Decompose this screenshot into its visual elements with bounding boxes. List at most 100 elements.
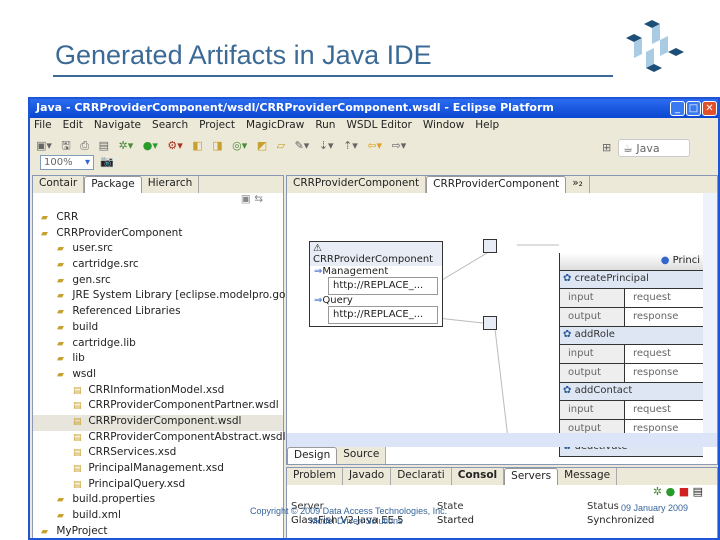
tree-item[interactable]: ▤ CRRProviderComponent.wsdl <box>33 414 283 431</box>
minimize-button[interactable]: _ <box>670 101 685 116</box>
tab-servers[interactable]: Servers <box>504 468 559 485</box>
tree-item[interactable]: ▰ wsdl <box>33 368 283 384</box>
publish-icon[interactable]: ▤ <box>693 485 703 498</box>
java-perspective-button[interactable]: ☕ Java <box>618 139 690 157</box>
vertical-scrollbar[interactable] <box>703 193 717 433</box>
next-annotation-icon[interactable]: ⇣▾ <box>319 139 334 152</box>
debug-icon[interactable]: ✲▾ <box>119 139 134 152</box>
prev-annotation-icon[interactable]: ⇡▾ <box>343 139 358 152</box>
debug-server-icon[interactable]: ✲ <box>653 485 662 498</box>
close-button[interactable]: ✕ <box>702 101 717 116</box>
message-row[interactable]: input request <box>560 401 703 420</box>
message-row[interactable]: output response <box>560 308 703 327</box>
folder-icon: ▰ <box>57 244 64 255</box>
tree-item[interactable]: ▤ PrincipalQuery.xsd <box>33 478 283 494</box>
menu-magicdraw[interactable]: MagicDraw <box>246 119 304 133</box>
message-row[interactable]: output response <box>560 364 703 383</box>
binary-icon[interactable]: ▤ <box>99 139 109 152</box>
tab-console[interactable]: Consol <box>452 468 505 485</box>
tab-javadoc[interactable]: Javado <box>343 468 392 485</box>
file-icon: ▤ <box>73 416 82 427</box>
tree-item[interactable]: ▰ MyProject <box>33 525 283 538</box>
tab-source[interactable]: Source <box>337 447 387 464</box>
port-address[interactable]: http://REPLACE_... <box>328 306 438 324</box>
tree-item[interactable]: ▰ CRR <box>33 211 283 227</box>
message-row[interactable]: input request <box>560 289 703 308</box>
link-editor-icon[interactable]: ⇆ <box>254 193 263 205</box>
tree-item-label: PrincipalManagement.xsd <box>88 462 224 474</box>
print-icon[interactable]: ⎙ <box>80 139 89 153</box>
open-perspective-icon[interactable]: ⊞ <box>602 141 611 154</box>
new-icon[interactable]: ▣▾ <box>36 139 52 152</box>
tab-containment[interactable]: Contair <box>33 176 85 193</box>
tab-hierarchy[interactable]: Hierarch <box>142 176 200 193</box>
horizontal-scrollbar[interactable] <box>287 433 717 447</box>
binding-node[interactable] <box>483 239 497 253</box>
service-box[interactable]: ⚠ CRRProviderComponent ⇒Management http:… <box>309 241 443 327</box>
tree-item-label: CRRServices.xsd <box>88 446 177 459</box>
tree-item[interactable]: ▰ build.xml <box>33 509 283 525</box>
tab-messages[interactable]: Message <box>558 468 618 485</box>
stop-server-icon[interactable]: ■ <box>679 485 689 498</box>
tree-item[interactable]: ▰ user.src <box>33 242 283 258</box>
menu-file[interactable]: File <box>34 119 52 133</box>
external-tools-icon[interactable]: ⚙▾ <box>167 139 182 152</box>
tree-item-label: lib <box>72 352 85 365</box>
menu-project[interactable]: Project <box>199 119 235 133</box>
more-tabs[interactable]: »₂ <box>566 176 590 193</box>
file-icon: ▤ <box>73 401 82 412</box>
tab-declaration[interactable]: Declarati <box>391 468 452 485</box>
camera-icon[interactable]: 📷 <box>100 155 114 168</box>
tree-item[interactable]: ▰ CRRProviderComponent <box>33 227 283 243</box>
tree-item[interactable]: ▰ Referenced Libraries <box>33 305 283 321</box>
forward-icon[interactable]: ⇨▾ <box>392 139 407 152</box>
tree-item[interactable]: ▰ lib <box>33 352 283 368</box>
tree-item[interactable]: ▤ CRRProviderComponentPartner.wsdl <box>33 399 283 415</box>
operation[interactable]: ✿ addContact <box>560 383 703 401</box>
tab-problems[interactable]: Problem <box>287 468 343 485</box>
open-type-icon[interactable]: ◩ <box>257 139 267 152</box>
new-package-icon[interactable]: ◧ <box>192 139 202 152</box>
maximize-button[interactable]: □ <box>686 101 701 116</box>
save-icon[interactable]: 🖫 <box>61 137 70 156</box>
menu-wsdl-editor[interactable]: WSDL Editor <box>346 119 411 133</box>
tree-item[interactable]: ▰ cartridge.src <box>33 258 283 274</box>
tree-item[interactable]: ▰ cartridge.lib <box>33 337 283 353</box>
menu-run[interactable]: Run <box>315 119 335 133</box>
port-address[interactable]: http://REPLACE_... <box>328 277 438 295</box>
wsdl-editor: CRRProviderComponent CRRProviderComponen… <box>286 175 718 465</box>
menu-edit[interactable]: Edit <box>63 119 83 133</box>
message-row[interactable]: input request <box>560 345 703 364</box>
binding-node[interactable] <box>483 316 497 330</box>
menu-navigate[interactable]: Navigate <box>94 119 141 133</box>
tab-editor-2[interactable]: CRRProviderComponent <box>426 176 567 193</box>
tab-package-explorer[interactable]: Package <box>84 176 142 193</box>
open-folder-icon[interactable]: ▱ <box>277 139 285 152</box>
port-type-table: ● Princi ✿ createPrincipal input request ou… <box>559 253 703 457</box>
tree-item[interactable]: ▰ gen.src <box>33 274 283 290</box>
menu-window[interactable]: Window <box>423 119 464 133</box>
tree-item[interactable]: ▰ JRE System Library [eclipse.modelpro.g… <box>33 289 285 305</box>
zoom-select[interactable]: 100% ▾ <box>40 155 94 170</box>
tree-item[interactable]: ▤ CRRProviderComponentAbstract.wsdl <box>33 431 286 447</box>
collapse-all-icon[interactable]: ▣ <box>241 193 251 205</box>
operation[interactable]: ✿ createPrincipal <box>560 271 703 289</box>
pencil-icon[interactable]: ✎▾ <box>295 139 310 152</box>
tree-item[interactable]: ▤ CRRServices.xsd <box>33 446 283 462</box>
tree-item[interactable]: ▰ build.properties <box>33 493 283 509</box>
service-header: ⚠ CRRProviderComponent <box>310 242 442 266</box>
new-interface-icon[interactable]: ◎▾ <box>232 139 247 152</box>
back-icon[interactable]: ⇦▾ <box>367 139 382 152</box>
start-server-icon[interactable]: ● <box>666 485 676 498</box>
tab-editor-1[interactable]: CRRProviderComponent <box>287 176 427 193</box>
tree-item[interactable]: ▤ PrincipalManagement.xsd <box>33 462 283 478</box>
new-class-icon[interactable]: ◨ <box>212 139 222 152</box>
folder-icon: ▰ <box>57 260 64 271</box>
tab-design[interactable]: Design <box>287 447 338 464</box>
menu-help[interactable]: Help <box>475 119 499 133</box>
tree-item[interactable]: ▰ build <box>33 321 283 337</box>
operation[interactable]: ✿ addRole <box>560 327 703 345</box>
menu-search[interactable]: Search <box>152 119 188 133</box>
tree-item[interactable]: ▤ CRRInformationModel.xsd <box>33 384 283 400</box>
run-icon[interactable]: ●▾ <box>143 139 158 152</box>
